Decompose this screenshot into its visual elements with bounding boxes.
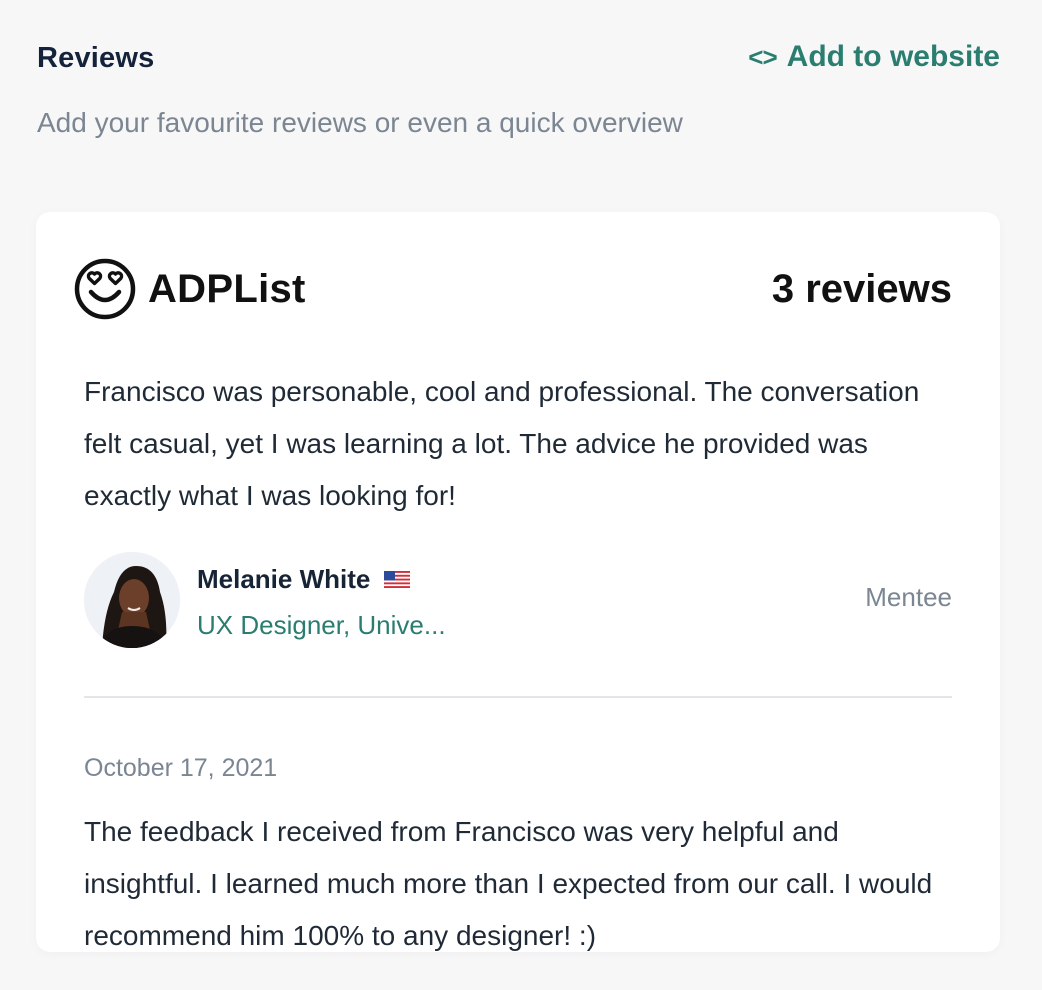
review-count: 3 reviews xyxy=(771,267,952,311)
add-to-website-label: Add to website xyxy=(786,40,1000,73)
review-text: Francisco was personable, cool and profe… xyxy=(84,376,920,511)
reviews-header: Reviews <> Add to website xyxy=(37,40,1000,80)
reviewer-role: UX Designer, Unive... xyxy=(197,610,446,640)
section-subtitle: Add your favourite reviews or even a qui… xyxy=(37,107,683,138)
heart-eyes-smiley-icon xyxy=(74,258,136,320)
brand: ADPList xyxy=(74,258,306,320)
us-flag-icon xyxy=(384,571,411,588)
reviewer-name[interactable]: Melanie White xyxy=(197,564,411,595)
reviews-card: ADPList 3 reviews Francisco was personab… xyxy=(36,212,1000,952)
avatar[interactable] xyxy=(84,552,180,648)
divider xyxy=(84,696,952,698)
code-icon: <> xyxy=(748,41,777,72)
add-to-website-link[interactable]: <> Add to website xyxy=(748,40,1000,74)
brand-name: ADPList xyxy=(148,266,306,311)
reviewer-name-text: Melanie White xyxy=(197,564,371,594)
reviewer: Melanie White UX Designer, Unive... Ment… xyxy=(84,552,952,648)
review-text: The feedback I received from Francisco w… xyxy=(84,816,933,951)
review-date: October 17, 2021 xyxy=(84,754,278,782)
reviewer-type: Mentee xyxy=(865,582,952,612)
section-title: Reviews xyxy=(37,42,155,74)
